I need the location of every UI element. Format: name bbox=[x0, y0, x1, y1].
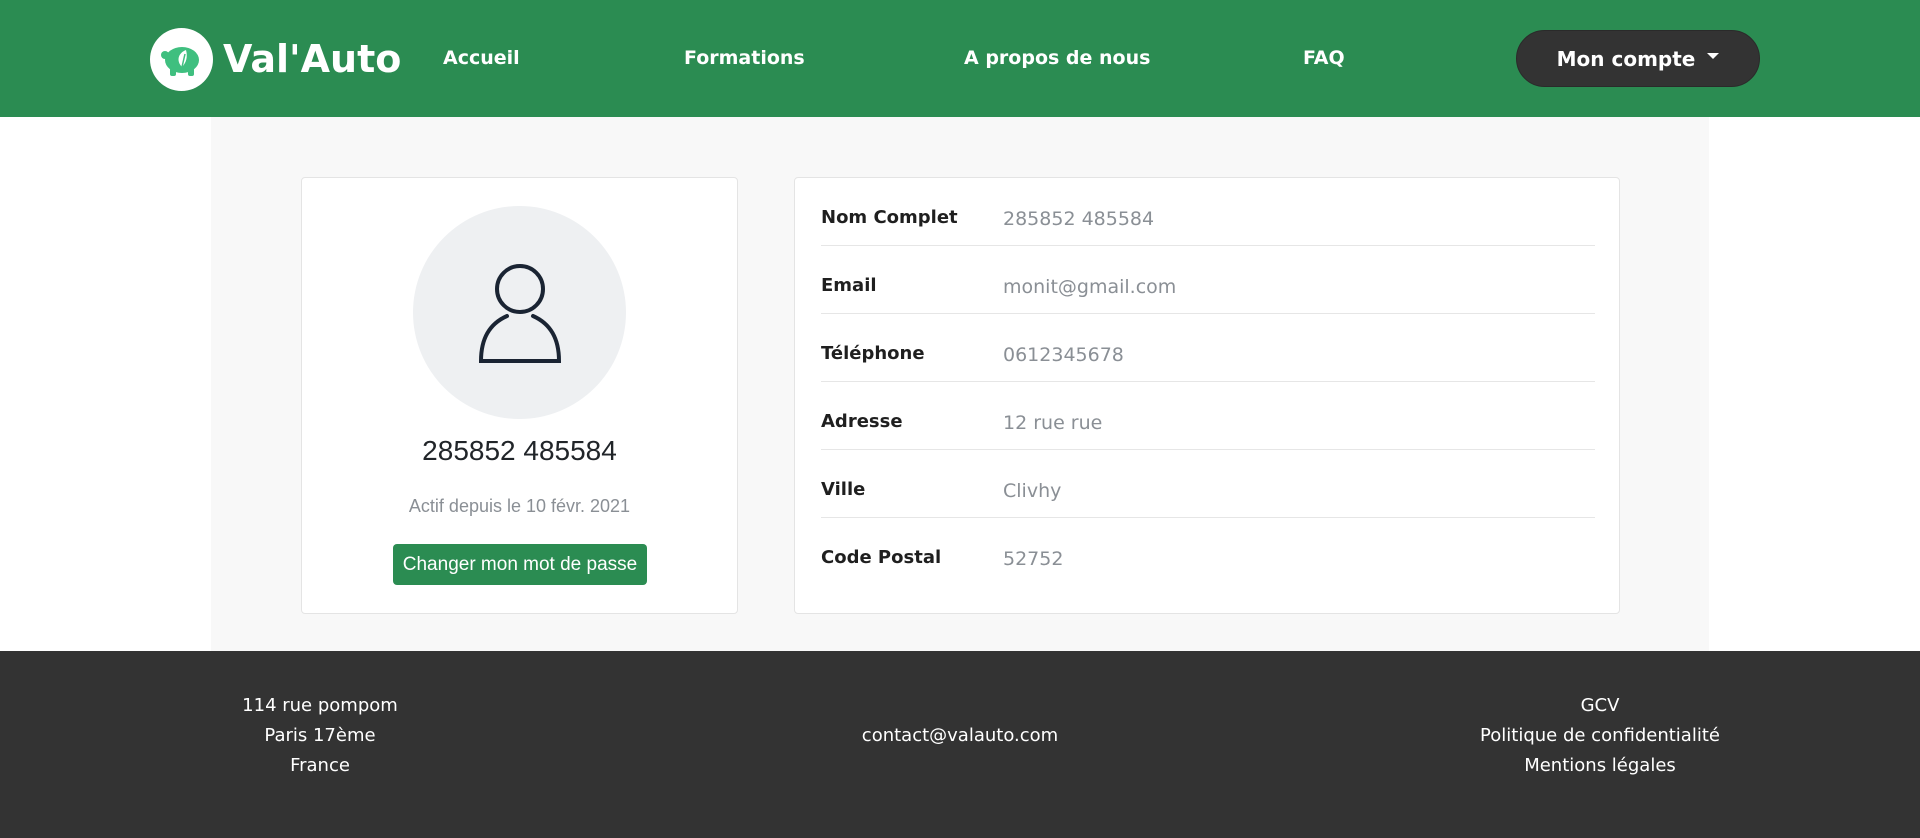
member-since-text: Actif depuis le 10 févr. 2021 bbox=[408, 496, 631, 516]
nav-a-propos[interactable]: A propos de nous bbox=[964, 47, 1150, 69]
footer-address-line: Paris 17ème bbox=[264, 725, 376, 746]
profile-name: 285852 485584 bbox=[422, 435, 617, 466]
detail-label: Email bbox=[821, 275, 877, 296]
top-navbar: Val'Auto Accueil Formations A propos de … bbox=[0, 0, 1920, 117]
footer-legal-links: GCV Politique de confidentialité Mention… bbox=[1450, 691, 1750, 781]
detail-value: 285852 485584 bbox=[1003, 208, 1155, 230]
piggy-bank-leaf-icon bbox=[150, 27, 213, 91]
detail-label: Adresse bbox=[821, 411, 903, 432]
detail-value: 12 rue rue bbox=[1003, 412, 1103, 434]
detail-row-email: Email monit@gmail.com bbox=[821, 246, 1595, 314]
detail-row-address: Adresse 12 rue rue bbox=[821, 382, 1595, 450]
nav-accueil[interactable]: Accueil bbox=[443, 47, 520, 69]
caret-down-icon bbox=[1707, 52, 1720, 59]
footer-contact: contact@valauto.com bbox=[810, 721, 1110, 751]
detail-label: Nom Complet bbox=[821, 207, 958, 228]
nav-formations[interactable]: Formations bbox=[684, 47, 805, 69]
footer-link-legal[interactable]: Mentions légales bbox=[1450, 751, 1750, 781]
footer-address-line: 114 rue pompom bbox=[242, 695, 398, 716]
change-password-button[interactable]: Changer mon mot de passe bbox=[393, 544, 647, 585]
account-dropdown-button[interactable]: Mon compte bbox=[1516, 30, 1760, 87]
footer-address-line: France bbox=[290, 755, 350, 776]
detail-value: 52752 bbox=[1003, 548, 1064, 570]
footer-link-privacy[interactable]: Politique de confidentialité bbox=[1450, 721, 1750, 751]
detail-value: Clivhy bbox=[1003, 480, 1062, 502]
nav-faq[interactable]: FAQ bbox=[1303, 47, 1345, 69]
detail-value: monit@gmail.com bbox=[1003, 276, 1177, 298]
footer-address: 114 rue pompom Paris 17ème France bbox=[220, 691, 420, 781]
footer-contact-email[interactable]: contact@valauto.com bbox=[810, 721, 1110, 751]
detail-label: Code Postal bbox=[821, 547, 942, 568]
detail-row-postal-code: Code Postal 52752 bbox=[821, 518, 1595, 586]
detail-label: Téléphone bbox=[821, 343, 925, 364]
detail-row-phone: Téléphone 0612345678 bbox=[821, 314, 1595, 382]
detail-value: 0612345678 bbox=[1003, 344, 1124, 366]
footer: 114 rue pompom Paris 17ème France contac… bbox=[0, 651, 1920, 838]
account-button-label: Mon compte bbox=[1556, 46, 1696, 71]
brand-name: Val'Auto bbox=[223, 37, 402, 81]
detail-label: Ville bbox=[821, 479, 866, 500]
user-icon bbox=[413, 206, 626, 419]
brand-logo[interactable]: Val'Auto bbox=[150, 27, 401, 91]
detail-row-city: Ville Clivhy bbox=[821, 450, 1595, 518]
footer-link-gcv[interactable]: GCV bbox=[1450, 691, 1750, 721]
user-details-card: Nom Complet 285852 485584 Email monit@gm… bbox=[794, 177, 1620, 614]
profile-card: 285852 485584 Actif depuis le 10 févr. 2… bbox=[301, 177, 738, 614]
detail-row-full-name: Nom Complet 285852 485584 bbox=[821, 178, 1595, 246]
